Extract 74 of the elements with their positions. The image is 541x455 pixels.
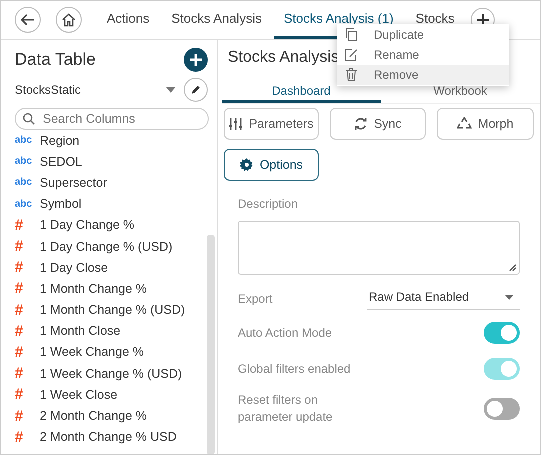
edit-icon (345, 48, 358, 62)
pencil-icon (191, 85, 201, 95)
column-item[interactable]: # 1 Day Change % (15, 214, 207, 236)
number-type-label: # (15, 216, 24, 234)
gear-icon (240, 158, 254, 172)
home-button[interactable] (56, 7, 82, 33)
view-tab[interactable]: Workbook (381, 82, 540, 103)
number-type-label: # (15, 259, 24, 276)
column-item[interactable]: # 2 Month Change % (15, 405, 207, 427)
text-type-label: abc (15, 177, 34, 188)
source-dropdown[interactable]: StocksStatic (15, 83, 176, 97)
view-tab[interactable]: Dashboard (222, 82, 381, 103)
column-item[interactable]: abc SEDOL (15, 151, 207, 172)
column-item[interactable]: # 1 Week Change % (15, 342, 207, 364)
toolbar-button[interactable]: Morph (437, 108, 534, 140)
description-field[interactable] (238, 221, 520, 275)
column-item[interactable]: # 1 Week Close (15, 384, 207, 406)
caret-icon (505, 294, 514, 300)
toggle-switch[interactable] (484, 398, 520, 420)
number-type-label: # (15, 344, 24, 361)
export-label: Export (238, 292, 273, 306)
number-type-label: # (15, 302, 24, 319)
add-button[interactable] (184, 48, 208, 72)
trash-icon (345, 68, 358, 82)
back-arrow-icon (21, 14, 35, 26)
sync-icon (354, 117, 368, 131)
menu-item[interactable]: Rename (337, 45, 509, 65)
back-button[interactable] (15, 7, 41, 33)
copy-icon (345, 28, 358, 42)
scrollbar-thumb[interactable] (207, 235, 215, 454)
column-item[interactable]: # 1 Week Change % (USD) (15, 363, 207, 384)
column-item[interactable]: # 1 Month Close (15, 320, 207, 342)
number-type-label: # (15, 322, 24, 340)
text-type-label: abc (15, 156, 34, 168)
column-item[interactable]: abc Region (15, 130, 207, 152)
panel-title: Data Table (15, 50, 96, 70)
sliders-icon (229, 117, 244, 131)
plus-icon (476, 14, 489, 26)
column-item[interactable]: # 1 Day Close (15, 257, 207, 278)
toolbar-button[interactable]: Parameters (224, 108, 319, 140)
column-item[interactable]: # 1 Month Change % (15, 278, 207, 300)
description-label: Description (238, 197, 298, 211)
number-type-label: # (15, 408, 24, 425)
recycle-icon (457, 117, 472, 131)
export-dropdown[interactable]: Raw Data Enabled (367, 287, 520, 310)
page-tab[interactable]: Actions (97, 1, 160, 39)
toolbar-button[interactable]: Sync (330, 108, 426, 140)
number-type-label: # (15, 428, 24, 446)
column-item[interactable]: # 2 Month Change % USD (15, 426, 207, 448)
search-icon (23, 113, 35, 125)
search-field[interactable]: Search Columns (15, 108, 209, 130)
setting-label: Global filters enabled (238, 360, 352, 378)
setting-label: Auto Action Mode (238, 324, 334, 342)
home-icon (62, 13, 76, 27)
number-type-label: # (15, 280, 24, 298)
text-type-label: abc (15, 135, 34, 146)
plus-icon (190, 54, 202, 66)
edit-button[interactable] (184, 78, 208, 102)
resize-grip-icon (509, 264, 516, 271)
column-item[interactable]: # 1 Month Change % (USD) (15, 300, 207, 321)
column-item[interactable]: # 1 Day Change % (USD) (15, 236, 207, 258)
toggle-switch[interactable] (484, 322, 520, 344)
number-type-label: # (15, 365, 24, 382)
page-tab[interactable]: Stocks Analysis (162, 1, 272, 39)
column-item[interactable]: abc Supersector (15, 172, 207, 194)
caret-icon (166, 87, 176, 93)
setting-label: Reset filters on parameter update (238, 392, 334, 426)
menu-item[interactable]: Remove (337, 65, 509, 85)
text-type-label: abc (15, 198, 34, 210)
panel-title: Stocks Analysis (228, 49, 340, 66)
number-type-label: # (15, 386, 24, 404)
column-item[interactable]: abc Symbol (15, 194, 207, 215)
toolbar-button[interactable]: Options (224, 149, 319, 181)
number-type-label: # (15, 238, 24, 256)
